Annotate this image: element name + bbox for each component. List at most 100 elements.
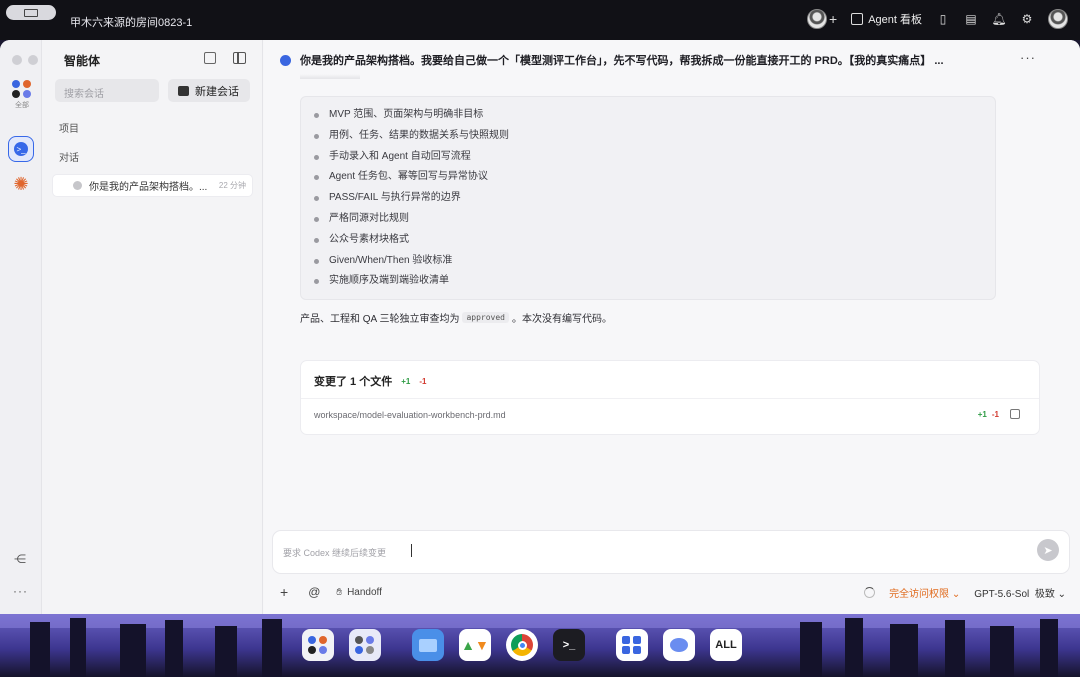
open-external-icon[interactable] — [1010, 409, 1020, 419]
divider — [301, 398, 1039, 399]
files-changed-header: 变更了 1 个文件 +1 -1 — [314, 373, 426, 389]
list-item: 严格同源对比规则 — [314, 209, 995, 230]
dock-apps-grid-icon[interactable] — [616, 629, 648, 661]
bookmark-icon[interactable]: ▯ — [936, 12, 950, 26]
agent-board-label: Agent 看板 — [868, 14, 922, 26]
dock-terminal-icon[interactable]: >_ — [553, 629, 585, 661]
avatar[interactable] — [807, 9, 827, 29]
layout-icon[interactable]: ▤ — [964, 12, 978, 26]
apps-grid-icon — [308, 636, 328, 654]
app-window: 全部 >_ ✺ ⋲ ··· 智能体 搜索会话 新建会话 项目 对话 你是我的产品… — [0, 40, 1080, 614]
new-chat-button[interactable]: 新建会话 — [168, 79, 250, 102]
send-button[interactable]: ➤ — [1037, 539, 1059, 561]
more-options-icon[interactable]: ··· — [1020, 50, 1036, 65]
rail-all-label: 全部 — [15, 102, 29, 109]
summary-text-after: 。本次没有编写代码。 — [511, 314, 612, 325]
status-dot-icon — [73, 181, 82, 190]
section-projects[interactable]: 项目 — [59, 120, 79, 135]
composer-toolbar: + @ ✋︎ Handoff 完全访问权限 ⌄ GPT-5.6-Sol 极致 ⌄ — [280, 584, 1066, 600]
scroll-fade — [300, 74, 360, 79]
conversation-item[interactable]: 你是我的产品架构搭档。... 22 分钟 — [52, 174, 253, 197]
files-changed-title: 变更了 1 个文件 — [314, 376, 393, 388]
list-item: 公众号素材块格式 — [314, 230, 995, 251]
dock-transfer-icon[interactable]: ▲ ▼ — [459, 629, 491, 661]
blue-grid-icon — [622, 636, 642, 654]
add-square-icon — [851, 13, 864, 25]
handoff-label: Handoff — [347, 586, 382, 598]
popout-icon[interactable] — [204, 52, 216, 64]
dock-all-button[interactable]: ALL — [710, 629, 742, 661]
list-item: 实施顺序及端到端验收清单 — [314, 271, 995, 292]
prd-outline-card: MVP 范围、页面架构与明确非目标 用例、任务、结果的数据关系与快照规则 手动录… — [300, 96, 996, 300]
rail-claude-button[interactable]: ✺ — [11, 174, 31, 194]
list-item: Agent 任务包、幂等回写与异常协议 — [314, 167, 995, 188]
lines-removed: -1 — [419, 376, 427, 386]
attach-plus-icon[interactable]: + — [280, 584, 288, 600]
review-summary: 产品、工程和 QA 三轮独立审查均为 approved 。本次没有编写代码。 — [300, 310, 612, 325]
app-rail: 全部 >_ ✺ ⋲ ··· — [0, 40, 54, 614]
sidebar: 智能体 搜索会话 新建会话 项目 对话 你是我的产品架构搭档。... 22 分钟 — [42, 40, 263, 614]
section-conversations[interactable]: 对话 — [59, 149, 79, 164]
file-stats: +1 -1 — [978, 410, 999, 419]
text-cursor — [411, 544, 412, 557]
add-member-icon[interactable]: + — [829, 11, 837, 27]
handoff-button[interactable]: ✋︎ Handoff — [336, 587, 382, 598]
more-icon[interactable]: ··· — [13, 584, 28, 598]
toolbar-right: 完全访问权限 ⌄ GPT-5.6-Sol 极致 ⌄ — [864, 585, 1066, 600]
window-switcher-button[interactable] — [6, 5, 56, 20]
dock-chat-icon[interactable] — [663, 629, 695, 661]
access-permission-dropdown[interactable]: 完全访问权限 ⌄ — [889, 585, 960, 600]
list-item: PASS/FAIL 与执行异常的边界 — [314, 188, 995, 209]
file-path-link[interactable]: workspace/model-evaluation-workbench-prd… — [314, 410, 506, 420]
loading-spinner-icon — [864, 586, 876, 598]
dock-chrome-icon[interactable] — [506, 629, 538, 661]
model-dropdown[interactable]: GPT-5.6-Sol 极致 ⌄ — [974, 585, 1066, 600]
user-avatar[interactable] — [1048, 9, 1068, 29]
rail-codex-button[interactable]: >_ — [8, 136, 34, 162]
approved-code: approved — [462, 312, 509, 323]
model-label: GPT-5.6-Sol — [974, 588, 1030, 600]
chat-plus-icon — [178, 85, 189, 96]
lines-added: +1 — [401, 376, 411, 386]
mention-icon[interactable]: @ — [308, 585, 320, 599]
close-window-button[interactable] — [12, 55, 22, 65]
level-label: 极致 — [1034, 588, 1055, 600]
down-arrow-icon: ▼ — [475, 637, 489, 653]
composer-input[interactable]: 要求 Codex 继续后续变更 — [283, 546, 386, 559]
main-panel: 你是我的产品架构搭档。我要给自己做一个「模型测评工作台」，先不写代码，帮我拆成一… — [264, 40, 1080, 614]
apps-grid-icon — [11, 80, 33, 98]
list-item: MVP 范围、页面架构与明确非目标 — [314, 105, 995, 126]
terminal-icon: >_ — [14, 142, 28, 156]
search-input[interactable]: 搜索会话 — [55, 79, 159, 102]
dock-app-launcher-icon[interactable] — [302, 629, 334, 661]
bell-icon[interactable]: 🔔︎ — [991, 12, 1006, 26]
conversation-time: 22 分钟 — [218, 181, 246, 190]
room-title: 甲木六来源的房间0823-1 — [70, 17, 193, 29]
agent-board-button[interactable]: Agent 看板 — [851, 11, 922, 27]
files-changed-card: 变更了 1 个文件 +1 -1 workspace/model-evaluati… — [300, 360, 1040, 435]
up-arrow-icon: ▲ — [461, 637, 475, 653]
hand-icon: ✋︎ — [336, 586, 343, 598]
chat-bubble-icon — [670, 638, 688, 652]
gear-icon[interactable]: ⚙ — [1020, 12, 1034, 26]
toggle-sidebar-icon[interactable] — [233, 52, 246, 64]
access-label: 完全访问权限 — [889, 588, 950, 600]
dock-folder-icon[interactable] — [412, 629, 444, 661]
rail-all-button[interactable]: 全部 — [11, 80, 33, 110]
file-lines-removed: -1 — [991, 410, 999, 419]
dock-agents-icon[interactable] — [349, 629, 381, 661]
dock: ▲ ▼ >_ ALL — [294, 616, 786, 674]
message-composer[interactable]: 要求 Codex 继续后续变更 ➤ — [272, 530, 1070, 574]
thread-title: 你是我的产品架构搭档。我要给自己做一个「模型测评工作台」，先不写代码，帮我拆成一… — [300, 55, 944, 67]
list-item: 手动录入和 Agent 自动回写流程 — [314, 147, 995, 168]
summary-text-before: 产品、工程和 QA 三轮独立审查均为 — [300, 314, 460, 325]
agents-grid-icon — [355, 636, 375, 654]
new-chat-label: 新建会话 — [195, 85, 239, 98]
sidebar-title: 智能体 — [64, 54, 101, 68]
file-lines-added: +1 — [977, 410, 987, 419]
minimize-window-button[interactable] — [28, 55, 38, 65]
share-icon[interactable]: ⋲ — [14, 552, 26, 566]
list-item: Given/When/Then 验收标准 — [314, 251, 995, 272]
topbar-actions: + Agent 看板 ▯ ▤ 🔔︎ ⚙ — [807, 9, 1068, 29]
conversation-title: 你是我的产品架构搭档。... — [89, 182, 208, 193]
